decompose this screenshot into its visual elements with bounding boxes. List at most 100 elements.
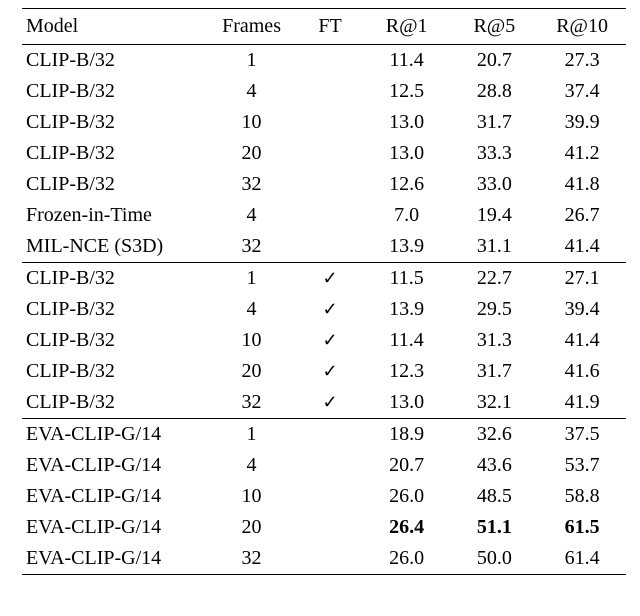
cell-model: CLIP-B/32 — [22, 45, 206, 77]
table-row: EVA-CLIP-G/14420.743.653.7 — [22, 450, 626, 481]
col-frames: Frames — [206, 9, 298, 45]
cell-frames: 32 — [206, 543, 298, 575]
cell-r1: 26.0 — [363, 481, 451, 512]
table-row: MIL-NCE (S3D)3213.931.141.4 — [22, 231, 626, 263]
table-row: CLIP-B/32111.420.727.3 — [22, 45, 626, 77]
cell-frames: 4 — [206, 76, 298, 107]
cell-frames: 1 — [206, 263, 298, 295]
cell-r5: 48.5 — [450, 481, 538, 512]
cell-frames: 32 — [206, 231, 298, 263]
cell-r5: 50.0 — [450, 543, 538, 575]
cell-model: CLIP-B/32 — [22, 107, 206, 138]
cell-ft: ✓ — [297, 387, 362, 419]
cell-frames: 4 — [206, 450, 298, 481]
results-table: Model Frames FT R@1 R@5 R@10 CLIP-B/3211… — [22, 8, 626, 575]
table-row: EVA-CLIP-G/143226.050.061.4 — [22, 543, 626, 575]
cell-model: EVA-CLIP-G/14 — [22, 481, 206, 512]
cell-r1: 26.4 — [363, 512, 451, 543]
cell-r1: 13.0 — [363, 387, 451, 419]
cell-model: CLIP-B/32 — [22, 76, 206, 107]
table-row: CLIP-B/32412.528.837.4 — [22, 76, 626, 107]
cell-model: EVA-CLIP-G/14 — [22, 543, 206, 575]
cell-r1: 11.4 — [363, 45, 451, 77]
cell-r1: 11.4 — [363, 325, 451, 356]
table-row: CLIP-B/3232 12.633.041.8 — [22, 169, 626, 200]
cell-r5: 51.1 — [450, 512, 538, 543]
cell-frames: 32 — [206, 387, 298, 419]
cell-frames: 20 — [206, 138, 298, 169]
cell-r5: 32.6 — [450, 419, 538, 451]
cell-model: CLIP-B/32 — [22, 169, 206, 200]
table-header: Model Frames FT R@1 R@5 R@10 — [22, 9, 626, 45]
cell-r10: 39.9 — [538, 107, 626, 138]
cell-ft — [297, 450, 362, 481]
cell-ft — [297, 169, 362, 200]
check-icon: ✓ — [323, 392, 338, 412]
cell-r5: 20.7 — [450, 45, 538, 77]
cell-r1: 20.7 — [363, 450, 451, 481]
cell-r1: 18.9 — [363, 419, 451, 451]
col-r10: R@10 — [538, 9, 626, 45]
check-icon: ✓ — [323, 330, 338, 350]
cell-ft — [297, 419, 362, 451]
cell-r1: 12.6 — [363, 169, 451, 200]
col-r5: R@5 — [450, 9, 538, 45]
cell-frames: 1 — [206, 45, 298, 77]
cell-r5: 32.1 — [450, 387, 538, 419]
cell-ft: ✓ — [297, 356, 362, 387]
cell-ft — [297, 481, 362, 512]
cell-model: CLIP-B/32 — [22, 138, 206, 169]
cell-r5: 33.3 — [450, 138, 538, 169]
cell-r5: 19.4 — [450, 200, 538, 231]
cell-r10: 26.7 — [538, 200, 626, 231]
table-body: CLIP-B/32111.420.727.3CLIP-B/32412.528.8… — [22, 45, 626, 575]
table-row: CLIP-B/3232✓13.032.141.9 — [22, 387, 626, 419]
cell-r10: 41.4 — [538, 231, 626, 263]
col-r1: R@1 — [363, 9, 451, 45]
col-model: Model — [22, 9, 206, 45]
cell-r5: 31.7 — [450, 356, 538, 387]
cell-model: CLIP-B/32 — [22, 325, 206, 356]
cell-r1: 11.5 — [363, 263, 451, 295]
check-icon: ✓ — [323, 299, 338, 319]
cell-model: EVA-CLIP-G/14 — [22, 512, 206, 543]
cell-ft — [297, 231, 362, 263]
cell-r10: 53.7 — [538, 450, 626, 481]
table-row: CLIP-B/321✓11.522.727.1 — [22, 263, 626, 295]
cell-ft — [297, 107, 362, 138]
cell-model: CLIP-B/32 — [22, 356, 206, 387]
cell-model: Frozen-in-Time — [22, 200, 206, 231]
cell-model: EVA-CLIP-G/14 — [22, 419, 206, 451]
table-row: EVA-CLIP-G/142026.451.161.5 — [22, 512, 626, 543]
cell-frames: 32 — [206, 169, 298, 200]
cell-r5: 29.5 — [450, 294, 538, 325]
cell-model: EVA-CLIP-G/14 — [22, 450, 206, 481]
table-row: EVA-CLIP-G/14118.932.637.5 — [22, 419, 626, 451]
cell-model: CLIP-B/32 — [22, 294, 206, 325]
cell-r5: 28.8 — [450, 76, 538, 107]
check-icon: ✓ — [323, 361, 338, 381]
table-row: Frozen-in-Time47.019.426.7 — [22, 200, 626, 231]
table-row: EVA-CLIP-G/141026.048.558.8 — [22, 481, 626, 512]
cell-model: CLIP-B/32 — [22, 263, 206, 295]
cell-ft: ✓ — [297, 294, 362, 325]
cell-frames: 10 — [206, 481, 298, 512]
cell-r10: 39.4 — [538, 294, 626, 325]
cell-r1: 12.5 — [363, 76, 451, 107]
cell-r5: 33.0 — [450, 169, 538, 200]
cell-r10: 41.8 — [538, 169, 626, 200]
cell-r1: 13.9 — [363, 231, 451, 263]
cell-r10: 41.4 — [538, 325, 626, 356]
cell-model: CLIP-B/32 — [22, 387, 206, 419]
cell-frames: 4 — [206, 294, 298, 325]
cell-r10: 41.6 — [538, 356, 626, 387]
cell-frames: 4 — [206, 200, 298, 231]
cell-frames: 20 — [206, 512, 298, 543]
cell-r10: 37.5 — [538, 419, 626, 451]
cell-r5: 31.3 — [450, 325, 538, 356]
cell-r1: 26.0 — [363, 543, 451, 575]
cell-r5: 22.7 — [450, 263, 538, 295]
cell-model: MIL-NCE (S3D) — [22, 231, 206, 263]
cell-frames: 10 — [206, 107, 298, 138]
table-row: CLIP-B/3220✓12.331.741.6 — [22, 356, 626, 387]
